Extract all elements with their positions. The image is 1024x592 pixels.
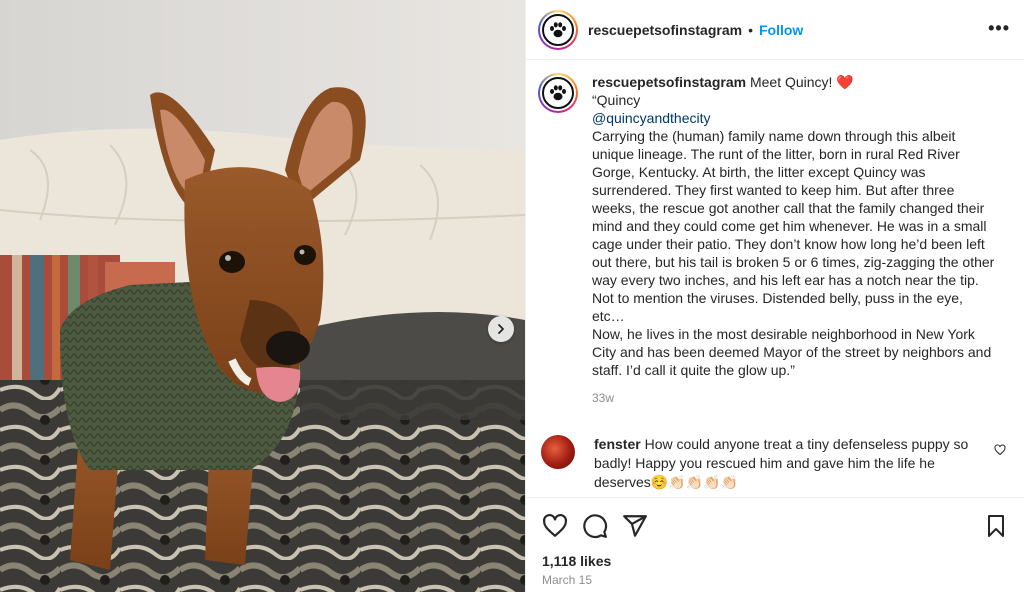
caption-intro: Meet Quincy! — [749, 74, 833, 90]
comment-item: fenster How could anyone treat a tiny de… — [538, 435, 1008, 492]
post-header: rescuepetsofinstagram • Follow ••• — [526, 0, 1024, 60]
comment-body: fenster How could anyone treat a tiny de… — [594, 435, 984, 492]
action-icons — [542, 512, 1008, 540]
paw-icon — [550, 85, 566, 101]
heart-icon — [994, 444, 1006, 456]
comment-icon — [583, 514, 608, 539]
caption-avatar[interactable] — [538, 73, 578, 113]
post-timestamp[interactable]: 33w — [592, 389, 997, 407]
more-options-button[interactable]: ••• — [988, 18, 1010, 38]
comment-button[interactable] — [582, 513, 608, 539]
caption-username[interactable]: rescuepetsofinstagram — [592, 74, 746, 90]
caption-paragraph: Carrying the (human) family name down th… — [592, 128, 995, 324]
likes-count[interactable]: 1,118 likes — [542, 553, 1008, 569]
chevron-right-icon — [498, 324, 504, 334]
caption-line-quincy: “Quincy — [592, 92, 641, 108]
caption: rescuepetsofinstagram Meet Quincy! ❤️ “Q… — [538, 73, 1008, 407]
save-button[interactable] — [984, 513, 1008, 539]
dog-in-sweater-image — [0, 0, 525, 592]
mention-link[interactable]: @quincyandthecity — [592, 109, 997, 127]
next-photo-button[interactable] — [488, 316, 514, 342]
commenter-avatar[interactable] — [541, 435, 575, 469]
like-button[interactable] — [542, 513, 568, 539]
post-date[interactable]: March 15 — [542, 573, 1008, 587]
comment-username[interactable]: fenster — [594, 436, 641, 452]
follow-button[interactable]: Follow — [759, 22, 803, 38]
avatar[interactable] — [538, 9, 578, 50]
separator-dot: • — [748, 21, 753, 38]
caption-body: rescuepetsofinstagram Meet Quincy! ❤️ “Q… — [592, 73, 997, 407]
heart-icon — [543, 513, 567, 537]
paw-icon — [550, 21, 566, 37]
caption-paragraph: Now, he lives in the most desirable neig… — [592, 326, 992, 378]
post-actions: 1,118 likes March 15 — [526, 497, 1024, 587]
post-photo — [0, 0, 525, 592]
bookmark-icon — [988, 515, 1004, 537]
comments-section: rescuepetsofinstagram Meet Quincy! ❤️ “Q… — [526, 61, 1024, 497]
post-side-panel: rescuepetsofinstagram • Follow ••• rescu… — [525, 0, 1024, 592]
comment-text: How could anyone treat a tiny defenseles… — [594, 436, 969, 490]
share-button[interactable] — [622, 513, 648, 539]
send-icon — [623, 515, 647, 537]
post-dialog: rescuepetsofinstagram • Follow ••• rescu… — [0, 0, 1024, 592]
comment-like-button[interactable] — [994, 443, 1006, 459]
heart-emoji: ❤️ — [836, 74, 854, 90]
username-link[interactable]: rescuepetsofinstagram — [588, 22, 742, 38]
